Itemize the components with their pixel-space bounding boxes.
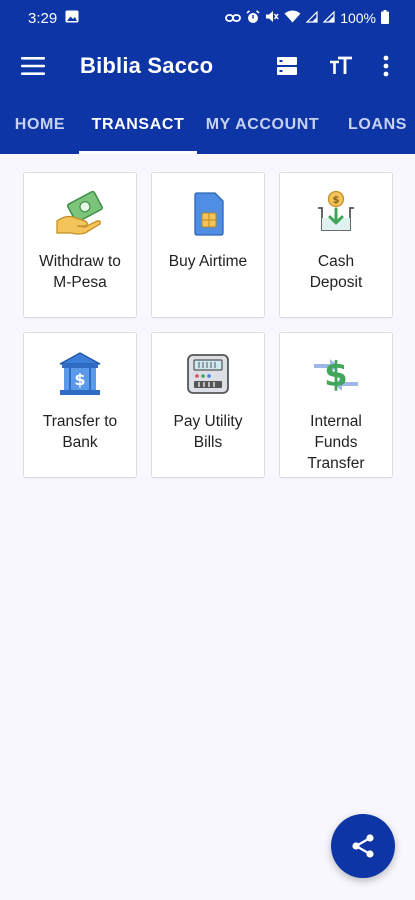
link-icon xyxy=(225,10,242,26)
alarm-icon xyxy=(246,9,260,27)
more-vert-icon[interactable] xyxy=(375,46,397,86)
tile-label: Internal Funds Transfer xyxy=(307,413,365,472)
tile-label: Pay Utility Bills xyxy=(173,413,243,451)
app-title: Biblia Sacco xyxy=(80,53,214,78)
tab-loans[interactable]: LOANS xyxy=(338,96,415,154)
status-bar: 3:29 100% xyxy=(0,0,415,36)
text-size-icon[interactable] xyxy=(321,46,361,86)
share-button[interactable] xyxy=(331,814,395,878)
cash-deposit-tile[interactable]: $ Cash Deposit xyxy=(279,172,393,318)
svg-text:$: $ xyxy=(333,195,340,206)
transfer-to-bank-tile[interactable]: $ Transfer to Bank xyxy=(23,332,137,478)
app-bar: Biblia Sacco xyxy=(0,36,415,96)
tab-bar: HOME TRANSACT MY ACCOUNT LOANS xyxy=(0,96,415,154)
tab-transact[interactable]: TRANSACT xyxy=(79,96,197,154)
status-time: 3:29 xyxy=(28,9,58,27)
withdraw-to-mpesa-tile[interactable]: Withdraw to M-Pesa xyxy=(23,172,137,318)
tile-label: Withdraw to M-Pesa xyxy=(39,253,121,291)
wifi-icon xyxy=(284,10,301,26)
storage-icon[interactable] xyxy=(267,46,307,86)
bank-icon: $ xyxy=(58,349,102,399)
signal-icon-2 xyxy=(322,10,335,26)
svg-text:$: $ xyxy=(74,370,85,389)
funds-transfer-icon: $ xyxy=(312,349,360,399)
tab-home[interactable]: HOME xyxy=(0,96,80,154)
tab-my-account[interactable]: MY ACCOUNT xyxy=(205,96,320,154)
tile-label: Cash Deposit xyxy=(309,253,363,291)
hamburger-menu-icon[interactable] xyxy=(20,46,46,86)
share-icon xyxy=(352,834,374,858)
svg-text:$: $ xyxy=(324,355,348,395)
buy-airtime-tile[interactable]: Buy Airtime xyxy=(151,172,265,318)
sim-card-icon xyxy=(191,189,225,239)
cash-deposit-icon: $ xyxy=(312,189,360,239)
signal-icon-1 xyxy=(305,10,318,26)
gallery-notification-icon xyxy=(65,10,79,27)
battery-icon xyxy=(381,9,389,27)
mute-icon xyxy=(265,10,279,26)
internal-funds-transfer-tile[interactable]: $ Internal Funds Transfer xyxy=(279,332,393,478)
battery-percent: 100% xyxy=(340,10,376,26)
tile-label: Buy Airtime xyxy=(168,253,248,270)
utility-meter-icon xyxy=(185,349,231,399)
cash-hand-icon xyxy=(55,189,105,239)
transaction-grid: Withdraw to M-Pesa Buy Airtime $ Cash De… xyxy=(0,154,415,478)
pay-utility-bills-tile[interactable]: Pay Utility Bills xyxy=(151,332,265,478)
tile-label: Transfer to Bank xyxy=(42,413,118,451)
